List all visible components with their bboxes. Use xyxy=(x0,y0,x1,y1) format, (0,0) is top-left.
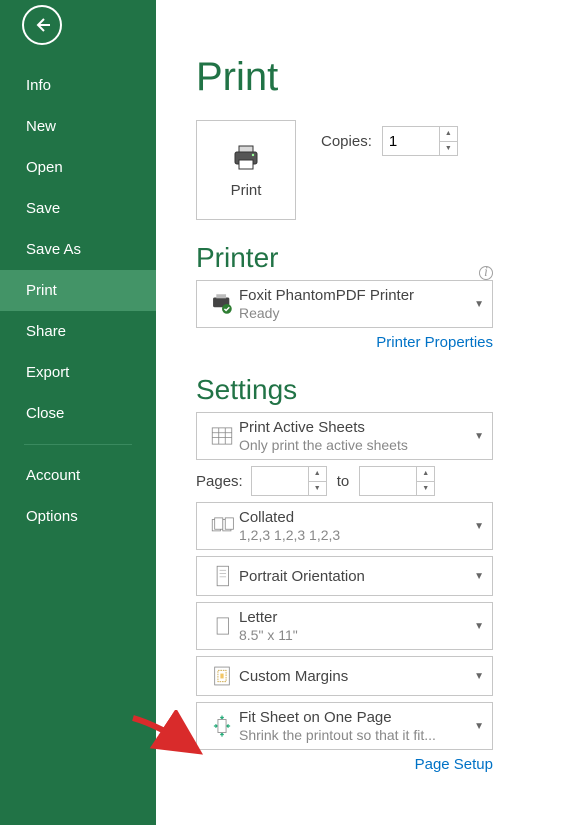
arrow-left-icon xyxy=(32,15,52,35)
chevron-down-icon: ▼ xyxy=(474,671,484,682)
info-icon[interactable]: i xyxy=(479,266,493,280)
settings-section-title: Settings xyxy=(196,374,573,406)
chevron-down-icon: ▼ xyxy=(474,721,484,732)
sidebar-label: Share xyxy=(26,323,66,340)
margins-icon xyxy=(209,663,235,689)
printer-section-title: Printer xyxy=(196,242,278,274)
sidebar-separator xyxy=(24,444,132,445)
print-button[interactable]: Print xyxy=(196,120,296,220)
pages-to-label: to xyxy=(333,473,354,490)
spin-down-icon[interactable]: ▼ xyxy=(309,482,326,496)
copies-input[interactable] xyxy=(383,133,433,150)
sidebar-label: Close xyxy=(26,405,64,422)
sidebar-label: Info xyxy=(26,77,51,94)
fit-to-page-icon xyxy=(209,713,235,739)
spin-up-icon[interactable]: ▲ xyxy=(440,127,457,142)
scaling-dropdown[interactable]: Fit Sheet on One Page Shrink the printou… xyxy=(196,702,493,750)
orientation-dropdown[interactable]: Portrait Orientation ▼ xyxy=(196,556,493,596)
sidebar-label: Save xyxy=(26,200,60,217)
spin-up-icon[interactable]: ▲ xyxy=(309,467,326,482)
printer-status-icon xyxy=(209,291,235,317)
scaling-desc: Shrink the printout so that it fit... xyxy=(239,727,474,743)
spin-down-icon[interactable]: ▼ xyxy=(440,142,457,156)
print-action-row: Print Copies: ▲ ▼ xyxy=(196,120,573,220)
backstage-sidebar: Info New Open Save Save As Print Share E… xyxy=(0,0,156,825)
chevron-down-icon: ▼ xyxy=(474,299,484,310)
sidebar-label: Account xyxy=(26,467,80,484)
chevron-down-icon: ▼ xyxy=(474,571,484,582)
spin-up-icon[interactable]: ▲ xyxy=(417,467,434,482)
sidebar-item-account[interactable]: Account xyxy=(0,455,156,496)
printer-properties-link[interactable]: Printer Properties xyxy=(376,334,493,351)
copies-spinner[interactable]: ▲ ▼ xyxy=(382,126,458,156)
sidebar-item-options[interactable]: Options xyxy=(0,496,156,537)
sidebar-item-export[interactable]: Export xyxy=(0,352,156,393)
pages-to-spinner[interactable]: ▲▼ xyxy=(359,466,435,496)
spin-down-icon[interactable]: ▼ xyxy=(417,482,434,496)
scaling-label: Fit Sheet on One Page xyxy=(239,709,474,726)
paper-label: Letter xyxy=(239,609,474,626)
copies-row: Copies: ▲ ▼ xyxy=(321,126,458,156)
copies-label: Copies: xyxy=(321,133,372,150)
print-panel: Print Print Copies: ▲ ▼ Printer i xyxy=(156,0,573,825)
collation-dropdown[interactable]: Collated 1,2,3 1,2,3 1,2,3 ▼ xyxy=(196,502,493,550)
page-title: Print xyxy=(196,55,573,100)
back-button[interactable] xyxy=(22,5,62,45)
print-what-label: Print Active Sheets xyxy=(239,419,474,436)
sidebar-item-new[interactable]: New xyxy=(0,106,156,147)
paper-size-dropdown[interactable]: Letter 8.5" x 11" ▼ xyxy=(196,602,493,650)
chevron-down-icon: ▼ xyxy=(474,621,484,632)
printer-icon xyxy=(230,142,262,174)
portrait-icon xyxy=(209,563,235,589)
sidebar-label: New xyxy=(26,118,56,135)
orientation-label: Portrait Orientation xyxy=(239,568,474,585)
sidebar-item-close[interactable]: Close xyxy=(0,393,156,434)
sidebar-label: Save As xyxy=(26,241,81,258)
chevron-down-icon: ▼ xyxy=(474,431,484,442)
sidebar-item-open[interactable]: Open xyxy=(0,147,156,188)
sidebar-label: Options xyxy=(26,508,78,525)
printer-dropdown[interactable]: Foxit PhantomPDF Printer Ready ▼ xyxy=(196,280,493,328)
pages-row: Pages: ▲▼ to ▲▼ xyxy=(196,466,493,496)
pages-to-input[interactable] xyxy=(360,467,412,495)
collated-icon xyxy=(209,513,235,539)
active-sheets-icon xyxy=(209,423,235,449)
margins-dropdown[interactable]: Custom Margins ▼ xyxy=(196,656,493,696)
sidebar-item-print[interactable]: Print xyxy=(0,270,156,311)
pages-label: Pages: xyxy=(196,473,243,490)
collation-label: Collated xyxy=(239,509,474,526)
print-button-label: Print xyxy=(231,182,262,199)
settings-stack: Print Active Sheets Only print the activ… xyxy=(196,412,573,774)
pages-from-spinner[interactable]: ▲▼ xyxy=(251,466,327,496)
sidebar-item-info[interactable]: Info xyxy=(0,65,156,106)
sidebar-label: Export xyxy=(26,364,69,381)
sidebar-item-share[interactable]: Share xyxy=(0,311,156,352)
chevron-down-icon: ▼ xyxy=(474,521,484,532)
page-setup-link[interactable]: Page Setup xyxy=(415,756,493,773)
sidebar-item-save[interactable]: Save xyxy=(0,188,156,229)
margins-label: Custom Margins xyxy=(239,668,474,685)
paper-desc: 8.5" x 11" xyxy=(239,627,474,643)
print-what-desc: Only print the active sheets xyxy=(239,437,474,453)
pages-from-input[interactable] xyxy=(252,467,304,495)
print-what-dropdown[interactable]: Print Active Sheets Only print the activ… xyxy=(196,412,493,460)
paper-icon xyxy=(209,613,235,639)
sidebar-item-save-as[interactable]: Save As xyxy=(0,229,156,270)
collation-desc: 1,2,3 1,2,3 1,2,3 xyxy=(239,527,474,543)
sidebar-label: Print xyxy=(26,282,57,299)
sidebar-label: Open xyxy=(26,159,63,176)
printer-status: Ready xyxy=(239,305,474,321)
printer-name: Foxit PhantomPDF Printer xyxy=(239,287,474,304)
